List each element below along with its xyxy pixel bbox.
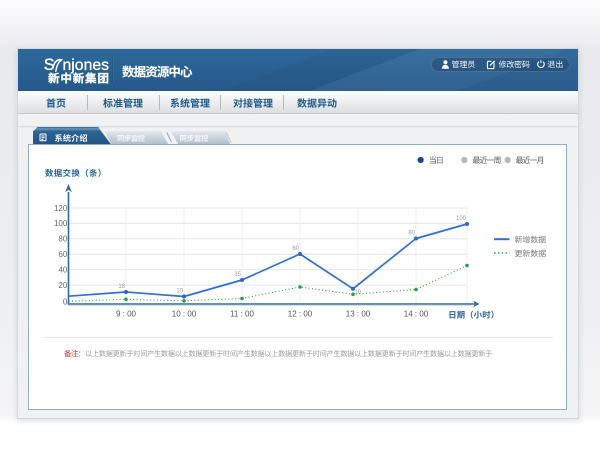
svg-text:20: 20 xyxy=(58,281,67,290)
svg-text:60: 60 xyxy=(58,250,67,259)
svg-text:120: 120 xyxy=(54,204,68,213)
svg-text:10 : 00: 10 : 00 xyxy=(172,310,197,319)
svg-text:18: 18 xyxy=(118,284,125,290)
svg-text:100: 100 xyxy=(54,219,68,228)
svg-text:9 : 00: 9 : 00 xyxy=(116,310,137,319)
svg-text:80: 80 xyxy=(58,235,67,244)
svg-text:10: 10 xyxy=(176,289,183,295)
svg-text:0: 0 xyxy=(63,298,68,307)
svg-text:13 : 00: 13 : 00 xyxy=(346,310,371,319)
svg-text:11 : 00: 11 : 00 xyxy=(230,310,254,319)
svg-text:100: 100 xyxy=(456,216,467,222)
svg-text:40: 40 xyxy=(58,265,67,274)
svg-text:14 : 00: 14 : 00 xyxy=(404,310,429,319)
svg-text:60: 60 xyxy=(292,246,299,252)
svg-text:35: 35 xyxy=(234,272,241,278)
svg-text:80: 80 xyxy=(408,231,415,237)
svg-text:10: 10 xyxy=(355,289,361,295)
svg-text:12 : 00: 12 : 00 xyxy=(288,310,313,319)
svg-text:njones: njones xyxy=(63,57,110,74)
